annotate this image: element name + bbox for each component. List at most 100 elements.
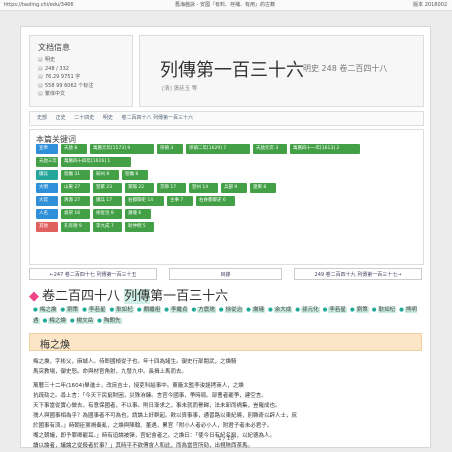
breadcrumb-item[interactable]: 卷二百四十八 列傳第一百三十六	[121, 115, 193, 121]
tag-dot-icon: ●	[349, 307, 355, 313]
text-line: 於國事有濟。」時朝臣黨禍奏亂，之煥與陳翰、董遇，累官「附小人者必小人，附君子者未…	[33, 423, 273, 429]
keyword-tag[interactable]: 李九成 7	[93, 222, 122, 232]
keyword-tag[interactable]: 右都御史 14	[125, 196, 164, 206]
keyword-category-button[interactable]: 宣帝	[36, 144, 58, 154]
keyword-tag[interactable]: 主事 7	[167, 196, 193, 206]
person-tag[interactable]: 謝璉	[251, 307, 265, 313]
page-url[interactable]: https://taoling.chi/edu/3466	[4, 0, 74, 10]
person-tag[interactable]: 李若星	[87, 307, 107, 313]
keyword-tag[interactable]: 兵部 9	[221, 183, 247, 193]
views-icon: ▤	[38, 82, 43, 89]
breadcrumb-item[interactable]: 明史	[103, 115, 113, 121]
keyword-tag[interactable]: 京師 17	[157, 183, 186, 193]
keyword-category-button[interactable]: 大官	[36, 196, 58, 206]
keyword-tag[interactable]: 天啟三年 [1604] 2	[36, 157, 58, 167]
person-tag[interactable]: 劉策	[355, 307, 369, 313]
book-author: [清] 張廷玉 等	[162, 86, 198, 92]
person-tag[interactable]: 李繼貞	[169, 307, 189, 313]
keyword-tag[interactable]: 謝璉 6	[125, 209, 151, 219]
person-tag[interactable]: 孫元化	[301, 307, 320, 313]
title-box: 列傳第一百三十六 明史 248 卷二百四十八 [清] 張廷玉 等	[139, 35, 424, 107]
doc-info-row: ▤ 繁体中文	[38, 90, 132, 99]
next-chapter-button[interactable]: 249 卷二百四十九 列傳第一百三十七→	[294, 268, 422, 280]
text-line: 抗疏劾之。尋上言：「今天下民窮財困，災殊洊臻。言官今國事，爭時局。部曹者罷爭，建…	[33, 393, 267, 399]
prev-chapter-button[interactable]: ←247 卷二百四十七 列傳第一百三十五	[29, 268, 157, 280]
tag-dot-icon: ●	[82, 307, 87, 313]
keyword-tag[interactable]: 右僉都御史 6	[196, 196, 235, 206]
chars-icon: ▤	[38, 74, 43, 80]
doc-info-panel: 文档信息 ▤ 明史 ▤ 248 / 332 ▤ 76.29 9751 字 ▤ 558 9…	[29, 35, 133, 107]
chapter-heading-tail: 第一百三十六	[150, 289, 229, 304]
keyword-tag[interactable]: 知州 8	[93, 170, 119, 180]
tag-dot-icon: ●	[42, 318, 48, 324]
person-tag[interactable]: 方震孺	[197, 307, 216, 313]
person-tag[interactable]: 顏繼祖	[142, 307, 162, 313]
tag-dot-icon: ●	[371, 307, 377, 313]
keyword-category-button[interactable]: 總兵	[36, 170, 58, 180]
breadcrumb-item[interactable]: 正史	[56, 115, 66, 121]
keyword-tag[interactable]: 萬曆元年[1573] 9	[90, 144, 154, 154]
text-line: 梅之煥，字彬父，麻城人。侍郎國楨從子也。年十四為諸生。御史行部閱武，之煥騎	[33, 359, 237, 365]
keyword-tag[interactable]: 清源 27	[61, 196, 90, 206]
person-tag[interactable]: 楊文岳	[75, 318, 95, 324]
doc-info-text: 558 99 6062 个标注	[45, 82, 94, 89]
keyword-tag[interactable]: 遼東 8	[250, 183, 276, 193]
keyword-tag[interactable]: 登州 14	[189, 183, 218, 193]
person-name: 梅之煥	[40, 340, 70, 351]
person-tag[interactable]: 陶朗先	[102, 318, 122, 324]
person-tag[interactable]: 劉策	[66, 307, 80, 313]
document-page: 文档信息 ▤ 明史 ▤ 248 / 332 ▤ 76.29 9751 字 ▤ 558 9…	[20, 26, 431, 449]
page-indicator: 1 / 10	[218, 436, 234, 442]
doc-info-text: 明史	[45, 57, 56, 63]
keyword-panel: 本篇关键词 宣帝 天啟 8 萬曆元年[1573] 9 崇禎 3 崇禎二年[1629] 7…	[29, 129, 424, 265]
keyword-tag[interactable]: 崇禎二年[1629] 7	[186, 144, 250, 154]
keyword-tag[interactable]: 徐從治 8	[93, 209, 122, 219]
keyword-tag[interactable]: 巡撫 8	[122, 170, 148, 180]
keyword-category-button[interactable]: 大明	[36, 183, 58, 193]
keyword-tag[interactable]: 山東 27	[61, 183, 90, 193]
keyword-tag[interactable]: 巡撫 31	[61, 170, 90, 180]
doc-info-row: ▤ 76.29 9751 字	[38, 73, 132, 82]
doc-info-heading: 文档信息	[38, 43, 70, 52]
tag-dot-icon: ●	[246, 307, 251, 313]
tag-dot-icon: ●	[295, 307, 301, 313]
chapter-nav: ←247 卷二百四十七 列傳第一百三十五 目錄 249 卷二百四十九 列傳第一百…	[29, 268, 422, 280]
person-tag[interactable]: 余大成	[273, 307, 293, 313]
person-tag[interactable]: 耿如杞	[377, 307, 397, 313]
keyword-tag[interactable]: 萊陽 22	[125, 183, 154, 193]
keyword-tag[interactable]: 登萊 23	[93, 183, 122, 193]
doc-info-text: 248 / 332	[45, 65, 69, 72]
tag-dot-icon: ●	[60, 307, 66, 313]
keyword-tag[interactable]: 孔有德 9	[61, 222, 90, 232]
breadcrumb-item[interactable]: 二十四史	[74, 115, 94, 121]
toc-button[interactable]: 目錄	[169, 268, 282, 280]
person-tag[interactable]: 耿如杞	[115, 307, 134, 313]
tag-dot-icon: ●	[164, 307, 169, 313]
tag-dot-icon: ●	[399, 307, 404, 313]
person-tag[interactable]: 徐從治	[224, 307, 244, 313]
chapter-heading: ◆ 卷二百四十八 列傳第一百三十六	[29, 285, 422, 304]
person-tag[interactable]: 梅之煥	[48, 318, 67, 324]
chapter-heading-highlight[interactable]: 列傳	[124, 289, 151, 304]
person-tag[interactable]: 梅之煥	[38, 307, 58, 313]
text-line: 馬突教場，御史怒。命與材官角射，九發九中。長揖上馬而去。	[33, 369, 188, 375]
doc-info-row: ▤ 明史	[38, 56, 132, 65]
keyword-tag[interactable]: 天啟元年 3	[253, 144, 287, 154]
chapter-heading-text: 卷二百四十八	[42, 289, 125, 304]
tag-dot-icon: ●	[136, 307, 142, 313]
keyword-tag[interactable]: 天啟 8	[61, 144, 87, 154]
keyword-tag[interactable]: 總兵 17	[93, 196, 122, 206]
keyword-tag[interactable]: 萬曆四十四年[1616] 1	[61, 157, 131, 167]
keyword-tag[interactable]: 袁崇 16	[61, 209, 90, 219]
keyword-tag[interactable]: 萬曆四十一年[1613] 2	[290, 144, 360, 154]
book-subtitle: 明史 248 卷二百四十八	[303, 64, 388, 73]
keyword-tag[interactable]: 崇禎 3	[157, 144, 183, 154]
keyword-tag[interactable]: 耿仲明 5	[125, 222, 154, 232]
breadcrumb-item[interactable]: 史部	[37, 115, 47, 121]
keyword-category-button[interactable]: 其他	[36, 222, 58, 232]
keyword-category-button[interactable]: 人名	[36, 209, 58, 219]
doc-info-text: 76.29 9751 字	[45, 74, 81, 80]
browser-topbar: https://taoling.chi/edu/3466 舊海茜詠 - 安國『有…	[0, 0, 452, 11]
tag-dot-icon: ●	[267, 307, 273, 313]
person-tag[interactable]: 李若星	[328, 307, 347, 313]
